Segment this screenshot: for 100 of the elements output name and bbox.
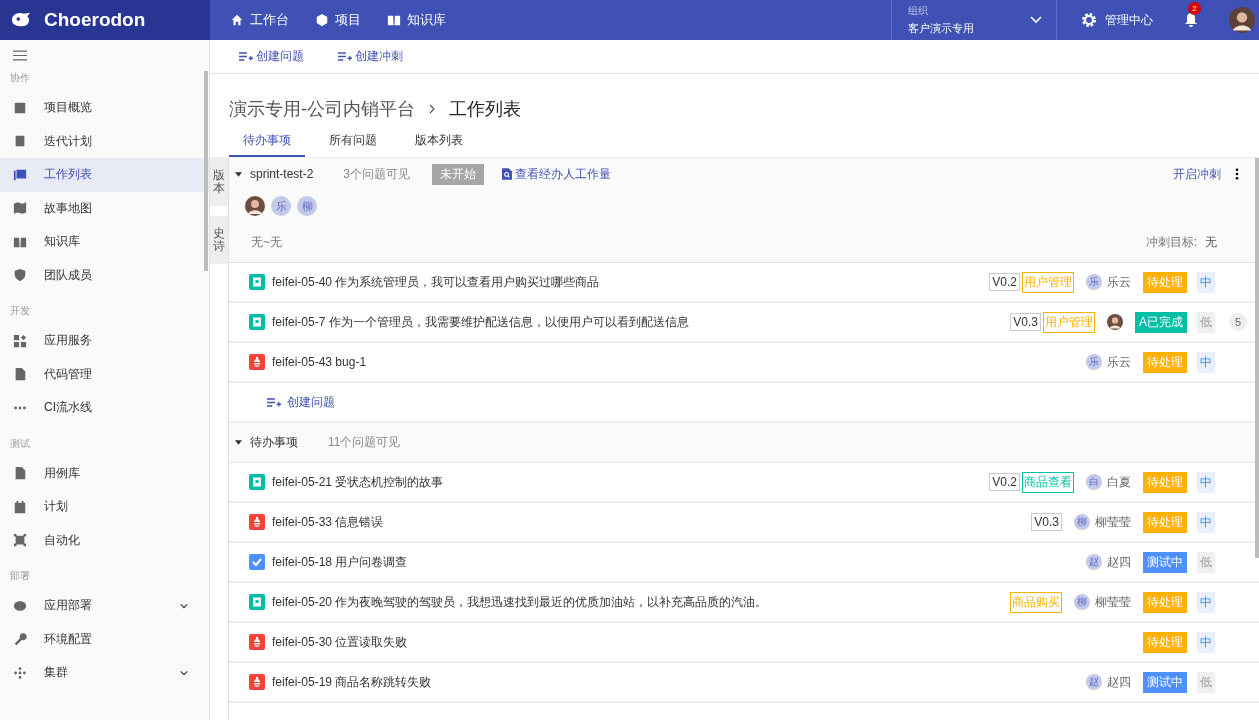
chevron-down-icon[interactable] [180, 669, 188, 676]
issue-summary: feifei-05-18 用户问卷调查 [272, 553, 408, 571]
sidebar-item[interactable]: 环境配置 [0, 622, 209, 656]
menu-icon[interactable] [13, 50, 27, 61]
priority-tag: 中 [1197, 351, 1215, 373]
version-tag: V0.3 [1031, 513, 1062, 531]
cluster-icon [13, 665, 27, 680]
issue-row[interactable]: feifei-05-40 作为系统管理员，我可以查看用户购买过哪些商品 V0.2 用户管理 乐 乐云 待处理 中 [229, 263, 1259, 303]
avatar-initial: 乐 [271, 196, 291, 216]
sidebar-item[interactable]: 迭代计划 [0, 124, 209, 158]
book-icon [387, 13, 401, 27]
status-tag: 待处理 [1143, 271, 1187, 293]
logo-icon[interactable] [10, 11, 32, 29]
priority-tag: 中 [1197, 471, 1215, 493]
assignee-name: 赵四 [1107, 673, 1131, 691]
breadcrumb-item[interactable]: 演示专用-公司内销平台 [229, 97, 415, 121]
sidebar-item[interactable]: CI流水线 [0, 391, 209, 425]
issue-row[interactable]: feifei-05-19 商品名称跳转失败 赵 赵四 测试中 低 [229, 663, 1259, 703]
bug-icon [249, 514, 265, 530]
assignee-name: 赵四 [1107, 553, 1131, 571]
avatar-initial: 柳 [1074, 594, 1090, 610]
more-icon[interactable] [1235, 168, 1239, 180]
sidebar-item[interactable]: 计划 [0, 490, 209, 524]
sidebar-item[interactable]: 故事地图 [0, 191, 209, 225]
toolbar-button[interactable]: 创建问题 [239, 48, 304, 65]
avatar-icon [1107, 314, 1123, 330]
tab[interactable]: 版本列表 [401, 132, 477, 157]
avatar-initial: 赵 [1086, 674, 1102, 690]
sidebar-item[interactable]: 知识库 [0, 225, 209, 259]
bookmark-icon [249, 274, 265, 290]
sidebar-item[interactable]: 集群 [0, 656, 209, 690]
start-sprint-link[interactable]: 开启冲刺 [1173, 165, 1221, 183]
user-avatar-icon[interactable] [1229, 7, 1255, 33]
priority-tag: 中 [1197, 511, 1215, 533]
scrollbar[interactable] [204, 71, 208, 271]
version-tag: V0.3 [1010, 313, 1041, 331]
sidebar-item[interactable]: 项目概览 [0, 91, 209, 125]
status-tag: 待处理 [1143, 511, 1187, 533]
section-heading: 部署 [9, 569, 31, 583]
side-tab[interactable]: 史诗 [210, 216, 228, 264]
caret-icon[interactable] [235, 439, 242, 445]
chevron-down-icon [1030, 16, 1042, 24]
calendar-icon [13, 499, 27, 514]
wrench-icon [13, 632, 27, 647]
grid-icon [13, 333, 27, 348]
status-tag: 待处理 [1143, 631, 1187, 653]
map-icon [13, 201, 27, 216]
nav-link[interactable]: 工作台 [230, 11, 289, 29]
priority-tag: 低 [1197, 671, 1215, 693]
sidebar-item[interactable]: 应用服务 [0, 324, 209, 358]
tab[interactable]: 所有问题 [315, 132, 391, 157]
nav-link[interactable]: 项目 [315, 11, 361, 29]
avatar-initial: 乐 [1086, 274, 1102, 290]
bug-icon [249, 674, 265, 690]
issue-row[interactable]: feifei-05-20 作为夜晚驾驶的驾驶员，我想迅速找到最近的优质加油站，以补充高品质的汽油。 商品购买 柳 柳莹莹 待处理 中 [229, 583, 1259, 623]
bug-icon [249, 634, 265, 650]
issue-row[interactable]: feifei-05-43 bug-1 乐 乐云 待处理 中 [229, 343, 1259, 383]
epic-tag: 商品查看 [1022, 471, 1074, 493]
issue-row[interactable]: feifei-05-18 用户问卷调查 赵 赵四 测试中 低 [229, 543, 1259, 583]
sidebar-item[interactable]: 应用部署 [0, 589, 209, 623]
issue-summary: feifei-05-19 商品名称跳转失败 [272, 673, 432, 691]
issue-summary: feifei-05-20 作为夜晚驾驶的驾驶员，我想迅速找到最近的优质加油站，以补充高品质的汽油。 [272, 593, 768, 611]
avatar-initial: 柳 [1074, 514, 1090, 530]
add-list-icon [239, 51, 253, 62]
issue-count: 11个问题可见 [328, 433, 401, 451]
status-tag: 待处理 [1143, 471, 1187, 493]
status-tag: A已完成 [1135, 311, 1187, 333]
issue-summary: feifei-05-33 信息错误 [272, 513, 384, 531]
admin-center-button[interactable]: 管理中心 [1081, 11, 1153, 29]
sidebar-item[interactable]: 用例库 [0, 456, 209, 490]
avatar-icon [245, 196, 265, 216]
cube-icon [315, 13, 329, 27]
issue-row[interactable]: feifei-05-30 位置读取失败 待处理 中 [229, 623, 1259, 663]
add-list-icon [338, 51, 352, 62]
sprint-status: 未开始 [432, 163, 485, 185]
avatar-initial: 乐 [1086, 354, 1102, 370]
sidebar-item[interactable]: 代码管理 [0, 357, 209, 391]
goal-label: 冲刺目标: [1145, 233, 1197, 251]
notification-icon[interactable] [1183, 12, 1199, 28]
workload-link[interactable]: 查看经办人工作量 [502, 165, 612, 183]
bookmark-icon [249, 474, 265, 490]
sidebar-item[interactable]: 团队成员 [0, 258, 209, 292]
sidebar-item[interactable]: 工作列表 [0, 158, 209, 192]
sidebar-item[interactable]: 自动化 [0, 523, 209, 557]
create-issue-button[interactable]: 创建问题 [267, 393, 335, 411]
side-tab[interactable]: 版本 [210, 158, 228, 206]
nav-link[interactable]: 知识库 [387, 11, 446, 29]
status-tag: 测试中 [1143, 671, 1187, 693]
story-points: 5 [1229, 313, 1247, 331]
caret-icon[interactable] [235, 171, 242, 177]
issue-row[interactable]: feifei-05-7 作为一个管理员，我需要维护配送信息，以便用户可以看到配送信息 V0.3 用户管理 A已完成 低 5 [229, 303, 1259, 343]
issue-summary: feifei-05-40 作为系统管理员，我可以查看用户购买过哪些商品 [272, 273, 600, 291]
chevron-down-icon[interactable] [180, 602, 188, 609]
issue-row[interactable]: feifei-05-21 受状态机控制的故事 V0.2 商品查看 白 白夏 待处理 中 [229, 463, 1259, 503]
issue-summary: feifei-05-30 位置读取失败 [272, 633, 408, 651]
scrollbar[interactable] [1255, 158, 1259, 558]
settings-icon [1081, 12, 1097, 28]
issue-row[interactable]: feifei-05-33 信息错误 V0.3 柳 柳莹莹 待处理 中 [229, 503, 1259, 543]
toolbar-button[interactable]: 创建冲刺 [338, 48, 403, 65]
priority-tag: 中 [1197, 271, 1215, 293]
